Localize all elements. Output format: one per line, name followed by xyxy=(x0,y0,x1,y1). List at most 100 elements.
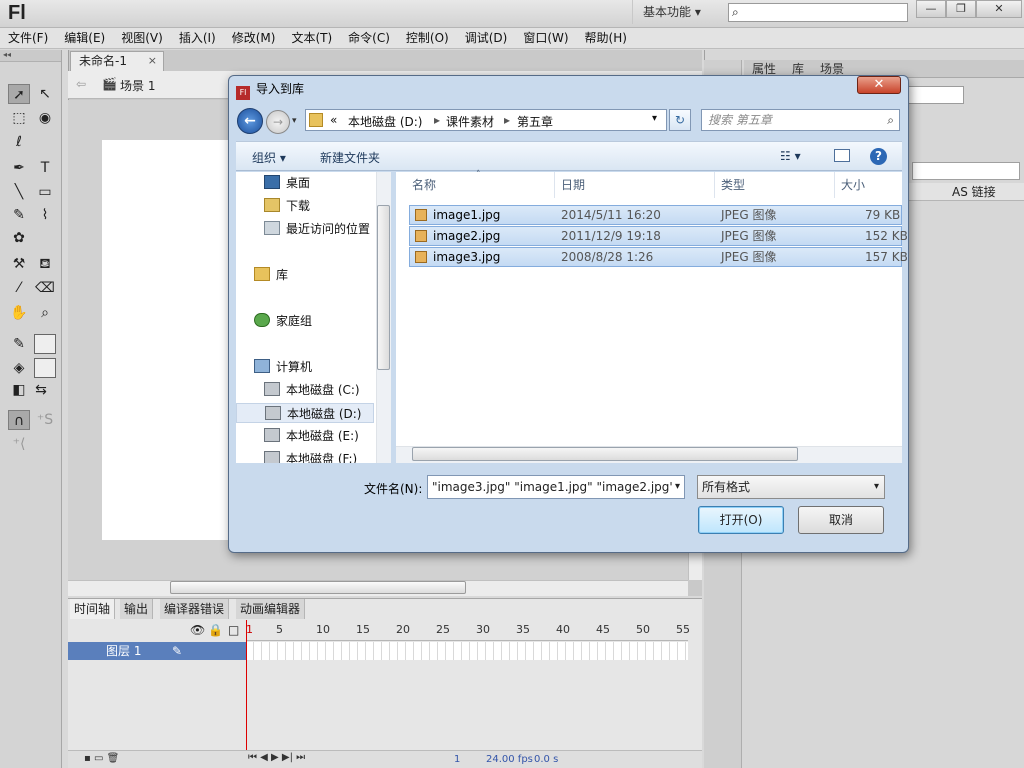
nav-item-drive-f[interactable]: 本地磁盘 (F:) xyxy=(264,449,357,463)
column-divider[interactable] xyxy=(834,172,835,198)
tab-motion-editor[interactable]: 动画编辑器 xyxy=(236,599,306,619)
folder-search-input[interactable]: 搜索 第五章 ⌕ xyxy=(701,109,900,131)
filename-input[interactable]: "image3.jpg" "image1.jpg" "image2.jpg" ▾ xyxy=(427,475,685,499)
lock-icon[interactable]: 🔒 xyxy=(208,623,223,637)
scene-name[interactable]: 场景 1 xyxy=(120,77,155,94)
close-window-button[interactable]: ✕ xyxy=(976,0,1022,18)
menu-control[interactable]: 控制(O) xyxy=(398,28,457,49)
close-tab-icon[interactable]: × xyxy=(148,52,157,70)
library-search-input[interactable] xyxy=(912,162,1020,180)
menu-help[interactable]: 帮助(H) xyxy=(577,28,635,49)
black-white-icon[interactable]: ◧ xyxy=(8,380,30,400)
paint-bucket-tool-icon[interactable]: ⛾ xyxy=(34,254,56,274)
cancel-button[interactable]: 取消 xyxy=(798,506,884,534)
menu-text[interactable]: 文本(T) xyxy=(283,28,340,49)
text-tool-icon[interactable]: T xyxy=(34,158,56,178)
tab-timeline[interactable]: 时间轴 xyxy=(70,599,116,619)
file-row[interactable]: image1.jpg 2014/5/11 16:20 JPEG 图像 79 KB xyxy=(409,205,902,225)
recent-locations-icon[interactable]: ▾ xyxy=(292,116,297,126)
menu-modify[interactable]: 修改(M) xyxy=(224,28,284,49)
menu-insert[interactable]: 插入(I) xyxy=(171,28,224,49)
fill-color-icon[interactable]: ◈ xyxy=(8,358,30,378)
help-icon[interactable]: ? xyxy=(870,148,887,165)
fill-color-swatch[interactable] xyxy=(34,358,56,378)
document-tab[interactable]: 未命名-1 × xyxy=(70,51,164,71)
new-folder-button[interactable]: 新建文件夹 xyxy=(320,149,380,166)
as-linkage-column[interactable]: AS 链接 xyxy=(952,185,996,199)
line-tool-icon[interactable]: ╲ xyxy=(8,182,30,202)
playhead[interactable] xyxy=(246,620,252,768)
eraser-tool-icon[interactable]: ⌫ xyxy=(34,278,56,298)
stroke-color-swatch[interactable] xyxy=(34,334,56,354)
brush-tool-icon[interactable]: ⌇ xyxy=(34,205,56,225)
nav-item-libraries[interactable]: 库 xyxy=(254,265,288,285)
snap-to-objects-icon[interactable]: ∩ xyxy=(8,410,30,430)
stroke-color-icon[interactable]: ✎ xyxy=(8,334,30,354)
menu-view[interactable]: 视图(V) xyxy=(113,28,171,49)
selection-tool-icon[interactable]: ➚ xyxy=(8,84,30,104)
address-segment-drive[interactable]: 本地磁盘 (D:) xyxy=(348,113,422,130)
file-type-select[interactable]: 所有格式 ▾ xyxy=(697,475,885,499)
address-segment-folder[interactable]: 课件素材 xyxy=(446,113,494,130)
address-dropdown-icon[interactable]: ▾ xyxy=(652,113,657,124)
nav-item-drive-e[interactable]: 本地磁盘 (E:) xyxy=(264,426,359,446)
free-transform-tool-icon[interactable]: ⬚ xyxy=(8,108,30,128)
file-row[interactable]: image2.jpg 2011/12/9 19:18 JPEG 图像 152 KB xyxy=(409,226,908,246)
nav-item-drive-d[interactable]: 本地磁盘 (D:) xyxy=(236,403,374,423)
dialog-close-button[interactable]: ✕ xyxy=(857,76,901,94)
nav-item-homegroup[interactable]: 家庭组 xyxy=(254,311,312,331)
tab-output[interactable]: 输出 xyxy=(120,599,154,619)
column-type[interactable]: 类型 xyxy=(721,176,745,193)
menu-file[interactable]: 文件(F) xyxy=(0,28,56,49)
address-segment-current[interactable]: 第五章 xyxy=(517,113,553,130)
tools-panel-header[interactable]: ◂◂ xyxy=(0,50,61,62)
playback-controls-icon[interactable]: ⏮ ◀ ▶ ▶| ⏭ xyxy=(248,752,305,763)
menu-debug[interactable]: 调试(D) xyxy=(457,28,516,49)
column-size[interactable]: 大小 xyxy=(841,176,865,193)
minimize-button[interactable]: — xyxy=(916,0,946,18)
file-list-scroll-thumb[interactable] xyxy=(412,447,798,461)
pen-tool-icon[interactable]: ✒ xyxy=(8,158,30,178)
column-date[interactable]: 日期 xyxy=(561,176,585,193)
nav-item-desktop[interactable]: 桌面 xyxy=(264,173,310,193)
nav-item-downloads[interactable]: 下载 xyxy=(264,196,310,216)
library-document-select[interactable] xyxy=(906,86,964,104)
filename-dropdown-icon[interactable]: ▾ xyxy=(671,476,680,498)
restore-button[interactable]: ❐ xyxy=(946,0,976,18)
column-divider[interactable] xyxy=(714,172,715,198)
column-name[interactable]: 名称 xyxy=(412,176,436,193)
subselection-tool-icon[interactable]: ↖ xyxy=(34,84,56,104)
hand-tool-icon[interactable]: ✋ xyxy=(8,303,30,323)
outline-icon[interactable]: □ xyxy=(228,623,239,637)
3d-rotation-tool-icon[interactable]: ◉ xyxy=(34,108,56,128)
help-search-input[interactable]: ⌕ xyxy=(728,3,908,22)
swap-colors-icon[interactable]: ⇆ xyxy=(30,380,52,400)
menu-commands[interactable]: 命令(C) xyxy=(340,28,398,49)
rectangle-tool-icon[interactable]: ▭ xyxy=(34,182,56,202)
nav-item-drive-c[interactable]: 本地磁盘 (C:) xyxy=(264,380,360,400)
new-layer-icon[interactable]: ▪ ▭ 🗑 xyxy=(84,753,119,764)
frame-rate[interactable]: 24.00 fps xyxy=(486,754,533,765)
file-row[interactable]: image3.jpg 2008/8/28 1:26 JPEG 图像 157 KB xyxy=(409,247,908,267)
address-separator[interactable]: ▸ xyxy=(504,113,510,127)
menu-edit[interactable]: 编辑(E) xyxy=(56,28,113,49)
address-separator[interactable]: ▸ xyxy=(434,113,440,127)
deco-tool-icon[interactable]: ✿ xyxy=(8,228,30,248)
frame-cells[interactable] xyxy=(246,642,688,660)
layer-name[interactable]: 图层 1 xyxy=(106,644,141,658)
forward-button[interactable]: → xyxy=(266,110,290,134)
zoom-tool-icon[interactable]: ⌕ xyxy=(34,303,56,323)
eyedropper-tool-icon[interactable]: ⁄ xyxy=(8,278,30,298)
eye-icon[interactable]: 👁 xyxy=(190,623,205,637)
lasso-tool-icon[interactable]: ℓ xyxy=(8,132,30,152)
back-arrow-icon[interactable]: ⇦ xyxy=(76,77,86,91)
organize-button[interactable]: 组织 ▾ xyxy=(252,149,286,166)
refresh-icon[interactable]: ↻ xyxy=(669,109,691,131)
stage[interactable] xyxy=(102,140,232,540)
stage-scrollbar-thumb[interactable] xyxy=(170,581,466,594)
layer-row[interactable]: 图层 1 ✎ xyxy=(68,642,246,660)
menu-window[interactable]: 窗口(W) xyxy=(515,28,576,49)
views-icon[interactable]: ☷ ▾ xyxy=(780,149,801,163)
preview-pane-icon[interactable] xyxy=(834,149,850,162)
workspace-switcher[interactable]: 基本功能 ▾ xyxy=(632,0,720,24)
